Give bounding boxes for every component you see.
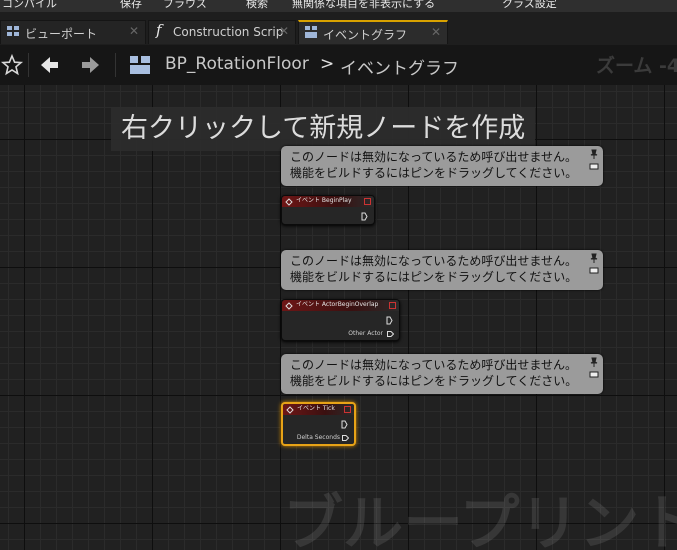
divider xyxy=(28,53,29,77)
event-graph-canvas[interactable]: 右クリックして新規ノードを作成 このノードは無効になっているため呼び出せません。… xyxy=(0,85,677,550)
comment-text: このノードは無効になっているため呼び出せません。 機能をビルドするにはピンをドラ… xyxy=(290,358,578,388)
zoom-level: ズーム -4 xyxy=(596,55,677,77)
star-icon[interactable] xyxy=(0,53,24,77)
breadcrumb-separator: > xyxy=(320,54,335,74)
output-pin-label: Delta Seconds xyxy=(296,434,340,441)
save-button[interactable]: 保存 xyxy=(120,0,142,11)
output-pin-label: Other Actor xyxy=(348,330,383,337)
event-node-actorbeginoverlap[interactable]: イベント ActorBeginOverlap Other Actor xyxy=(281,299,400,341)
pin-icon[interactable] xyxy=(589,149,599,159)
pin-icon[interactable] xyxy=(589,357,599,367)
divider xyxy=(115,53,116,77)
forward-arrow-icon[interactable] xyxy=(79,53,103,77)
disabled-node-comment: このノードは無効になっているため呼び出せません。 機能をビルドするにはピンをドラ… xyxy=(281,354,603,394)
delegate-pin[interactable] xyxy=(364,198,371,205)
breadcrumb-graph[interactable]: イベントグラフ xyxy=(340,54,459,79)
float-output-pin[interactable] xyxy=(342,435,349,441)
comment-bubble-icon[interactable] xyxy=(589,163,599,171)
blueprint-watermark: ブループリント xyxy=(283,489,677,550)
tab-construction-script[interactable]: f Construction Scrip ✕ xyxy=(148,20,296,44)
event-graph-icon xyxy=(305,26,317,38)
close-icon[interactable]: ✕ xyxy=(279,24,289,38)
tab-label: ビューポート xyxy=(25,27,98,41)
disabled-node-comment: このノードは無効になっているため呼び出せません。 機能をビルドするにはピンをドラ… xyxy=(281,250,603,290)
close-icon[interactable]: ✕ xyxy=(431,25,441,39)
tab-event-graph[interactable]: イベントグラフ ✕ xyxy=(298,20,448,44)
function-icon: f xyxy=(156,21,162,39)
back-arrow-icon[interactable] xyxy=(37,53,61,77)
graph-breadcrumb-bar: BP_RotationFloor > イベントグラフ ズーム -4 xyxy=(0,45,677,85)
viewport-icon xyxy=(7,26,19,36)
event-icon xyxy=(285,198,293,206)
event-icon xyxy=(285,302,293,310)
tab-viewport[interactable]: ビューポート ✕ xyxy=(0,20,146,44)
editor-tab-bar: ビューポート ✕ f Construction Scrip ✕ イベントグラフ … xyxy=(0,12,677,46)
comment-text: このノードは無効になっているため呼び出せません。 機能をビルドするにはピンをドラ… xyxy=(290,254,578,284)
comment-bubble-icon[interactable] xyxy=(589,267,599,275)
main-toolbar: コンパイル 保存 ブラウズ 検索 無関係な項目を非表示にする クラス設定 xyxy=(0,0,677,12)
browse-button[interactable]: ブラウズ xyxy=(163,0,207,11)
blueprint-class-icon xyxy=(130,56,150,74)
pin-icon[interactable] xyxy=(589,253,599,263)
hide-unrelated-button[interactable]: 無関係な項目を非表示にする xyxy=(292,0,435,11)
class-settings-button[interactable]: クラス設定 xyxy=(502,0,557,11)
exec-output-pin[interactable] xyxy=(341,420,348,429)
delegate-pin[interactable] xyxy=(389,302,396,309)
tab-label: イベントグラフ xyxy=(323,28,408,42)
exec-output-pin[interactable] xyxy=(386,316,393,325)
event-node-beginplay[interactable]: イベント BeginPlay xyxy=(281,195,375,225)
event-icon xyxy=(286,406,294,414)
node-title: イベント BeginPlay xyxy=(296,197,352,204)
delegate-pin[interactable] xyxy=(344,406,351,413)
node-title: イベント ActorBeginOverlap xyxy=(296,301,379,308)
comment-text: このノードは無効になっているため呼び出せません。 機能をビルドするにはピンをドラ… xyxy=(290,150,578,180)
find-button[interactable]: 検索 xyxy=(246,0,268,11)
event-node-tick[interactable]: イベント Tick Delta Seconds xyxy=(281,402,356,446)
object-output-pin[interactable] xyxy=(387,331,394,337)
context-hint: 右クリックして新規ノードを作成 xyxy=(111,107,536,151)
disabled-node-comment: このノードは無効になっているため呼び出せません。 機能をビルドするにはピンをドラ… xyxy=(281,146,603,186)
compile-button[interactable]: コンパイル xyxy=(2,0,57,11)
close-icon[interactable]: ✕ xyxy=(129,24,139,38)
node-title: イベント Tick xyxy=(297,405,335,412)
comment-bubble-icon[interactable] xyxy=(589,371,599,379)
tab-label: Construction Scrip xyxy=(173,25,284,39)
exec-output-pin[interactable] xyxy=(361,212,368,221)
breadcrumb-blueprint[interactable]: BP_RotationFloor xyxy=(165,54,309,74)
